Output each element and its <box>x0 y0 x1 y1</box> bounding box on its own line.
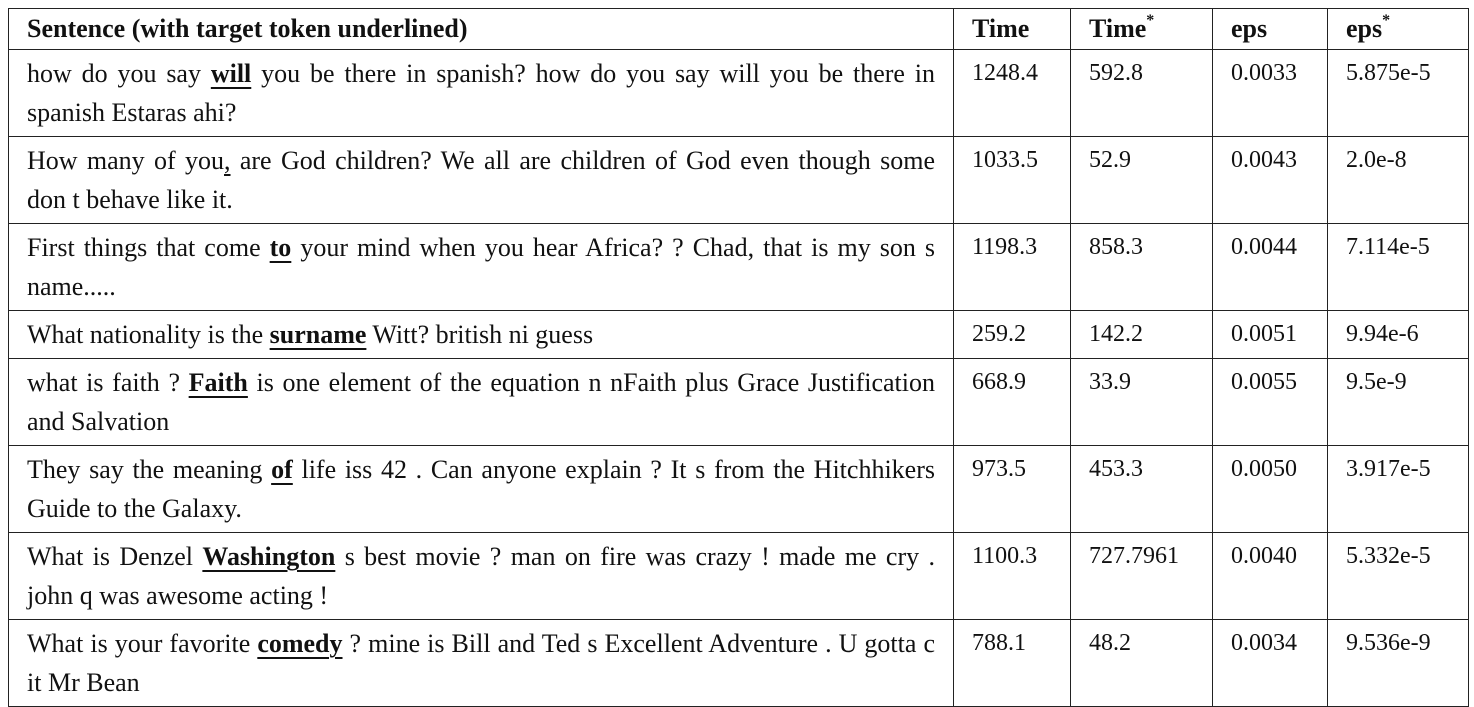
eps-cell: 0.0044 <box>1212 223 1328 311</box>
sentence-before: What nationality is the <box>27 320 270 349</box>
eps-cell: 0.0051 <box>1212 310 1328 359</box>
header-eps-star-mark: * <box>1382 12 1391 29</box>
sentence-cell: how do you say will you be there in span… <box>8 49 954 137</box>
eps-cell: 0.0043 <box>1212 136 1328 224</box>
time-star-cell: 858.3 <box>1070 223 1213 311</box>
table-row: First things that come to your mind when… <box>8 223 1469 311</box>
sentence-before: how do you say <box>27 59 211 88</box>
target-token: comedy <box>257 629 343 658</box>
eps-star-cell: 5.332e-5 <box>1327 532 1469 620</box>
sentence-cell: What is your favorite comedy ? mine is B… <box>8 619 954 707</box>
time-star-cell: 48.2 <box>1070 619 1213 707</box>
target-token: to <box>269 233 292 262</box>
eps-star-cell: 5.875e-5 <box>1327 49 1469 137</box>
time-cell: 668.9 <box>953 358 1071 446</box>
table-row: What nationality is the surname Witt? br… <box>8 310 1469 359</box>
sentence-cell: First things that come to your mind when… <box>8 223 954 311</box>
eps-cell: 0.0050 <box>1212 445 1328 533</box>
table-row: how do you say will you be there in span… <box>8 49 1469 137</box>
eps-cell: 0.0055 <box>1212 358 1328 446</box>
header-time-star: Time* <box>1070 8 1213 50</box>
header-time-star-mark: * <box>1146 12 1155 29</box>
time-cell: 1248.4 <box>953 49 1071 137</box>
table-header-row: Sentence (with target token underlined) … <box>8 8 1469 50</box>
sentence-cell: what is faith ? Faith is one element of … <box>8 358 954 446</box>
header-eps: eps <box>1212 8 1328 50</box>
eps-star-cell: 2.0e-8 <box>1327 136 1469 224</box>
target-token: of <box>271 455 293 484</box>
time-cell: 973.5 <box>953 445 1071 533</box>
header-eps-star: eps* <box>1327 8 1469 50</box>
target-token: Faith <box>188 368 248 397</box>
eps-cell: 0.0033 <box>1212 49 1328 137</box>
time-cell: 1198.3 <box>953 223 1071 311</box>
sentence-cell: They say the meaning of life iss 42 . Ca… <box>8 445 954 533</box>
sentence-before: What is Denzel <box>27 542 203 571</box>
header-sentence-label: Sentence (with target token underlined) <box>27 14 468 43</box>
time-star-cell: 592.8 <box>1070 49 1213 137</box>
eps-star-cell: 7.114e-5 <box>1327 223 1469 311</box>
time-cell: 1033.5 <box>953 136 1071 224</box>
sentence-before: They say the meaning <box>27 455 272 484</box>
eps-star-cell: 3.917e-5 <box>1327 445 1469 533</box>
time-cell: 259.2 <box>953 310 1071 359</box>
time-cell: 788.1 <box>953 619 1071 707</box>
eps-cell: 0.0040 <box>1212 532 1328 620</box>
table-row: What is Denzel Washington s best movie ?… <box>8 532 1469 620</box>
sentence-before: What is your favorite <box>27 629 258 658</box>
table-row: what is faith ? Faith is one element of … <box>8 358 1469 446</box>
header-time: Time <box>953 8 1071 50</box>
header-time-star-label: Time <box>1089 14 1147 43</box>
eps-cell: 0.0034 <box>1212 619 1328 707</box>
sentence-cell: How many of you, are God children? We al… <box>8 136 954 224</box>
table-body: how do you say will you be there in span… <box>8 49 1469 707</box>
time-star-cell: 453.3 <box>1070 445 1213 533</box>
table-row: What is your favorite comedy ? mine is B… <box>8 619 1469 707</box>
header-time-label: Time <box>972 14 1030 43</box>
header-sentence: Sentence (with target token underlined) <box>8 8 954 50</box>
target-token: surname <box>269 320 367 349</box>
eps-star-cell: 9.94e-6 <box>1327 310 1469 359</box>
time-star-cell: 33.9 <box>1070 358 1213 446</box>
sentence-after: Witt? british ni guess <box>366 320 594 349</box>
sentence-before: First things that come <box>27 233 270 262</box>
table-row: How many of you, are God children? We al… <box>8 136 1469 224</box>
sentence-cell: What nationality is the surname Witt? br… <box>8 310 954 359</box>
time-star-cell: 727.7961 <box>1070 532 1213 620</box>
time-star-cell: 142.2 <box>1070 310 1213 359</box>
table-row: They say the meaning of life iss 42 . Ca… <box>8 445 1469 533</box>
target-token: will <box>210 59 252 88</box>
sentence-before: what is faith ? <box>27 368 189 397</box>
sentence-before: How many of you <box>27 146 225 175</box>
results-table-container: Sentence (with target token underlined) … <box>8 8 1469 707</box>
target-token: Washington <box>202 542 336 571</box>
header-eps-label: eps <box>1231 14 1268 43</box>
eps-star-cell: 9.5e-9 <box>1327 358 1469 446</box>
sentence-cell: What is Denzel Washington s best movie ?… <box>8 532 954 620</box>
results-table: Sentence (with target token underlined) … <box>8 8 1469 707</box>
time-star-cell: 52.9 <box>1070 136 1213 224</box>
time-cell: 1100.3 <box>953 532 1071 620</box>
eps-star-cell: 9.536e-9 <box>1327 619 1469 707</box>
header-eps-star-label: eps <box>1346 14 1383 43</box>
